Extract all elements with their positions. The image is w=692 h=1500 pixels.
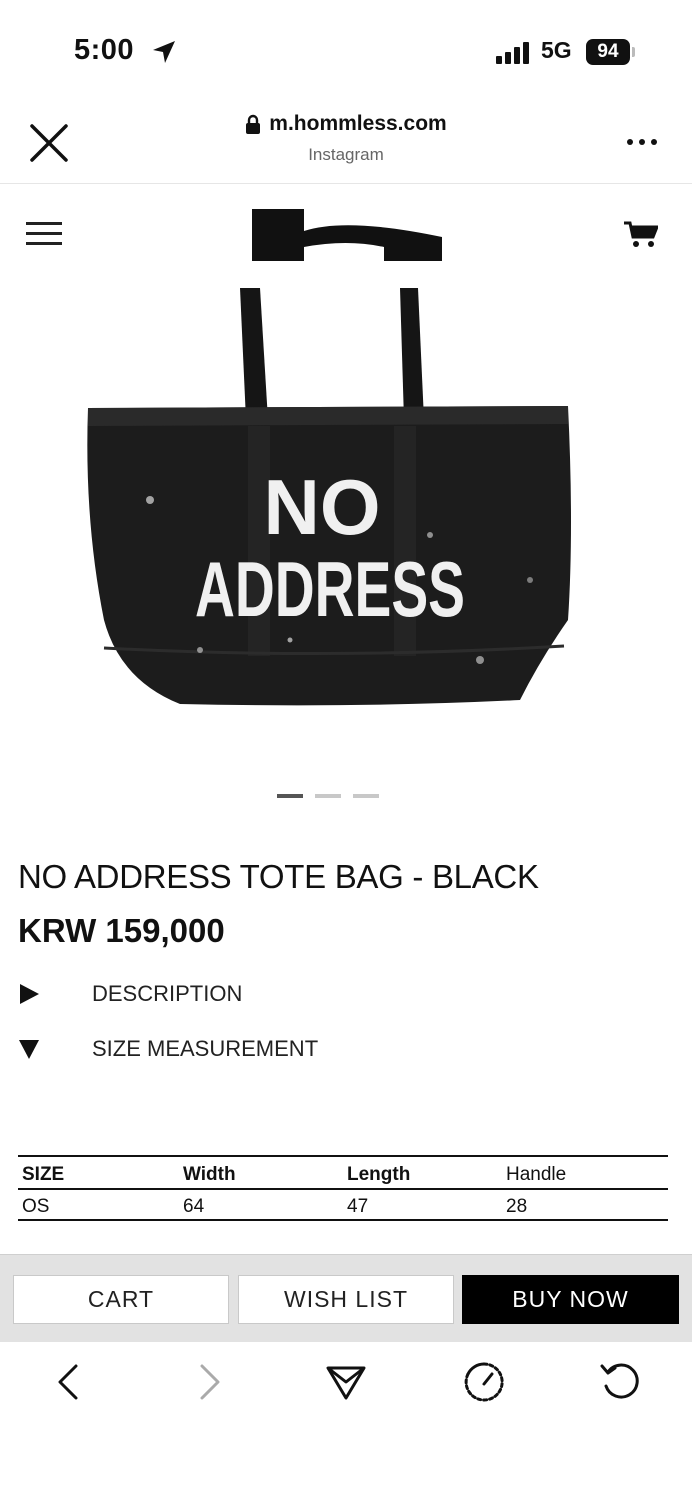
status-bar: 5:00 5G 94 (0, 0, 692, 100)
table-cell: 47 (343, 1189, 502, 1221)
product-price: KRW 159,000 (18, 912, 225, 949)
column-header-size: SIZE (18, 1155, 179, 1190)
accordion-description[interactable]: DESCRIPTION (18, 975, 678, 1015)
url-line: m.hommless.com (245, 112, 447, 136)
browser-bottom-toolbar (0, 1342, 692, 1500)
purchase-action-bar: CART WISH LIST BUY NOW (0, 1254, 692, 1342)
in-app-browser-header: m.hommless.com Instagram (0, 100, 692, 184)
product-title: NO ADDRESS TOTE BAG - BLACK (18, 858, 539, 895)
table-cell: OS (18, 1189, 179, 1221)
battery-level: 94 (597, 41, 619, 62)
wish-list-button[interactable]: WISH LIST (238, 1275, 454, 1324)
column-header-width: Width (179, 1155, 343, 1190)
table-header-row: SIZE Width Length Handle (18, 1155, 668, 1190)
accordion-label: DESCRIPTION (92, 981, 243, 1006)
cellular-signal-icon (496, 42, 529, 64)
more-options-icon[interactable] (626, 136, 658, 148)
carousel-dot[interactable] (353, 794, 379, 798)
bag-handle-left (240, 288, 268, 420)
accordion-size-measurement[interactable]: SIZE MEASUREMENT (18, 1030, 678, 1070)
table-row: OS 64 47 28 (18, 1189, 668, 1221)
lock-icon (246, 114, 261, 134)
accordion-label: SIZE MEASUREMENT (92, 1036, 319, 1061)
bag-print-line1: NO (264, 463, 381, 551)
column-header-handle: Handle (502, 1155, 668, 1190)
bag-print-line2: ADDRESS (195, 545, 465, 633)
site-header (0, 185, 692, 275)
caret-right-icon (20, 984, 39, 1004)
battery-icon: 94 (586, 39, 630, 65)
product-image[interactable]: NO ADDRESS (60, 280, 632, 720)
forward-icon[interactable] (186, 1360, 230, 1404)
caret-down-icon (19, 1040, 39, 1059)
column-header-length: Length (343, 1155, 502, 1190)
speed-icon[interactable] (462, 1360, 506, 1404)
hamburger-menu-icon[interactable] (26, 222, 62, 246)
battery-nub (632, 47, 635, 57)
reload-icon[interactable] (598, 1360, 642, 1404)
carousel-indicator (277, 794, 379, 798)
browser-source-label: Instagram (308, 145, 384, 164)
network-type-label: 5G (541, 37, 572, 63)
carousel-dot[interactable] (315, 794, 341, 798)
table-cell: 64 (179, 1189, 343, 1221)
hommless-logo[interactable] (252, 209, 442, 261)
cart-icon[interactable] (624, 221, 658, 249)
share-icon[interactable] (324, 1360, 368, 1404)
buy-now-button[interactable]: BUY NOW (462, 1275, 679, 1324)
location-arrow-icon (153, 41, 175, 63)
table-cell: 28 (502, 1189, 668, 1221)
url-text: m.hommless.com (269, 112, 447, 135)
bag-handle-right (400, 288, 424, 420)
status-time: 5:00 (74, 34, 135, 66)
back-icon[interactable] (48, 1360, 92, 1404)
carousel-dot[interactable] (277, 794, 303, 798)
url-display: m.hommless.com Instagram (0, 112, 692, 165)
size-table: SIZE Width Length Handle OS 64 47 28 (18, 1155, 668, 1221)
bag-rim (88, 406, 568, 426)
add-to-cart-button[interactable]: CART (13, 1275, 229, 1324)
